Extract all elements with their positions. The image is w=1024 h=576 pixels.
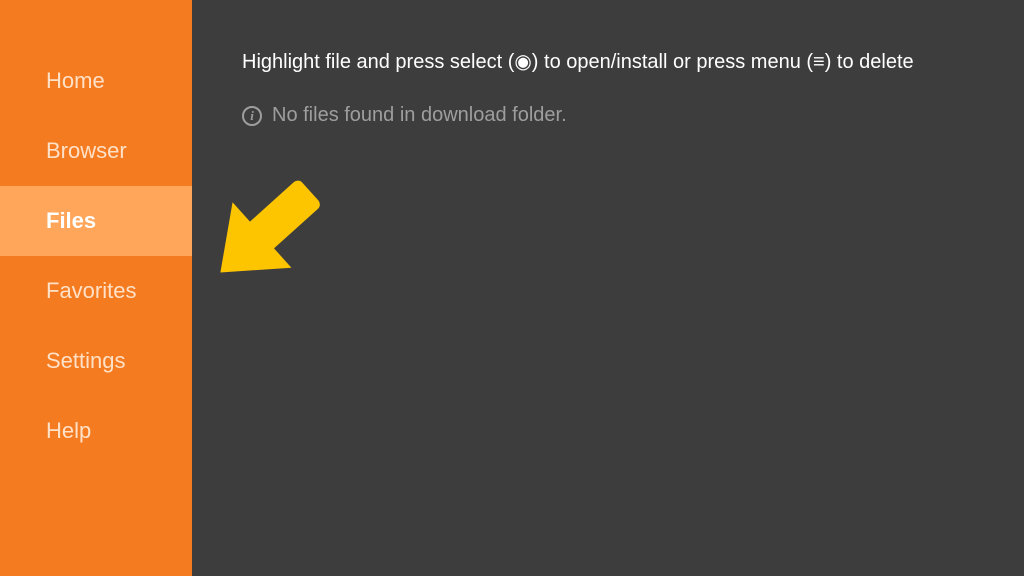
info-icon: i — [242, 106, 262, 126]
sidebar-item-label: Help — [46, 418, 91, 444]
sidebar-item-browser[interactable]: Browser — [0, 116, 192, 186]
app-root: Home Browser Files Favorites Settings He… — [0, 0, 1024, 576]
sidebar: Home Browser Files Favorites Settings He… — [0, 0, 192, 576]
info-row: i No files found in download folder. — [242, 104, 974, 127]
sidebar-item-favorites[interactable]: Favorites — [0, 256, 192, 326]
sidebar-item-help[interactable]: Help — [0, 396, 192, 466]
sidebar-item-home[interactable]: Home — [0, 46, 192, 116]
sidebar-item-label: Files — [46, 208, 96, 234]
sidebar-item-files[interactable]: Files — [0, 186, 192, 256]
sidebar-item-label: Browser — [46, 138, 127, 164]
info-message: No files found in download folder. — [272, 104, 567, 127]
instruction-text: Highlight file and press select (◉) to o… — [242, 48, 974, 76]
sidebar-item-label: Favorites — [46, 278, 136, 304]
sidebar-item-label: Home — [46, 68, 105, 94]
content-area: Highlight file and press select (◉) to o… — [192, 0, 1024, 576]
sidebar-item-settings[interactable]: Settings — [0, 326, 192, 396]
sidebar-item-label: Settings — [46, 348, 126, 374]
